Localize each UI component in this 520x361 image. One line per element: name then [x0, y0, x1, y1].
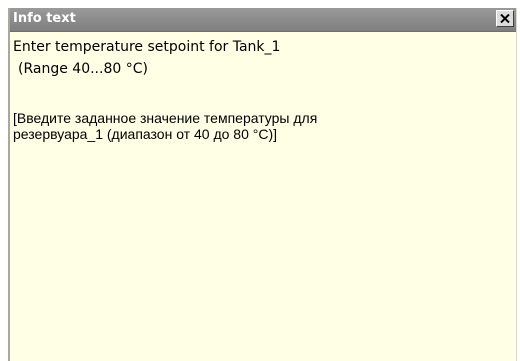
window-title: Info text — [13, 11, 76, 26]
english-instruction: Enter temperature setpoint for Tank_1 — [13, 39, 281, 55]
info-content: Enter temperature setpoint for Tank_1 (R… — [13, 36, 510, 142]
russian-line: резервуара_1 (диапазон от 40 до 80 °C)] — [13, 126, 278, 142]
english-range: (Range 40...80 °C) — [18, 61, 148, 77]
close-button[interactable] — [496, 10, 514, 27]
russian-translation: [Введите заданное значение температуры д… — [13, 110, 510, 142]
info-text-window: Info text Enter temperature setpoint for… — [8, 8, 517, 361]
russian-line: [Введите заданное значение температуры д… — [13, 110, 318, 126]
title-bar[interactable]: Info text — [10, 8, 516, 32]
close-icon — [500, 14, 510, 23]
